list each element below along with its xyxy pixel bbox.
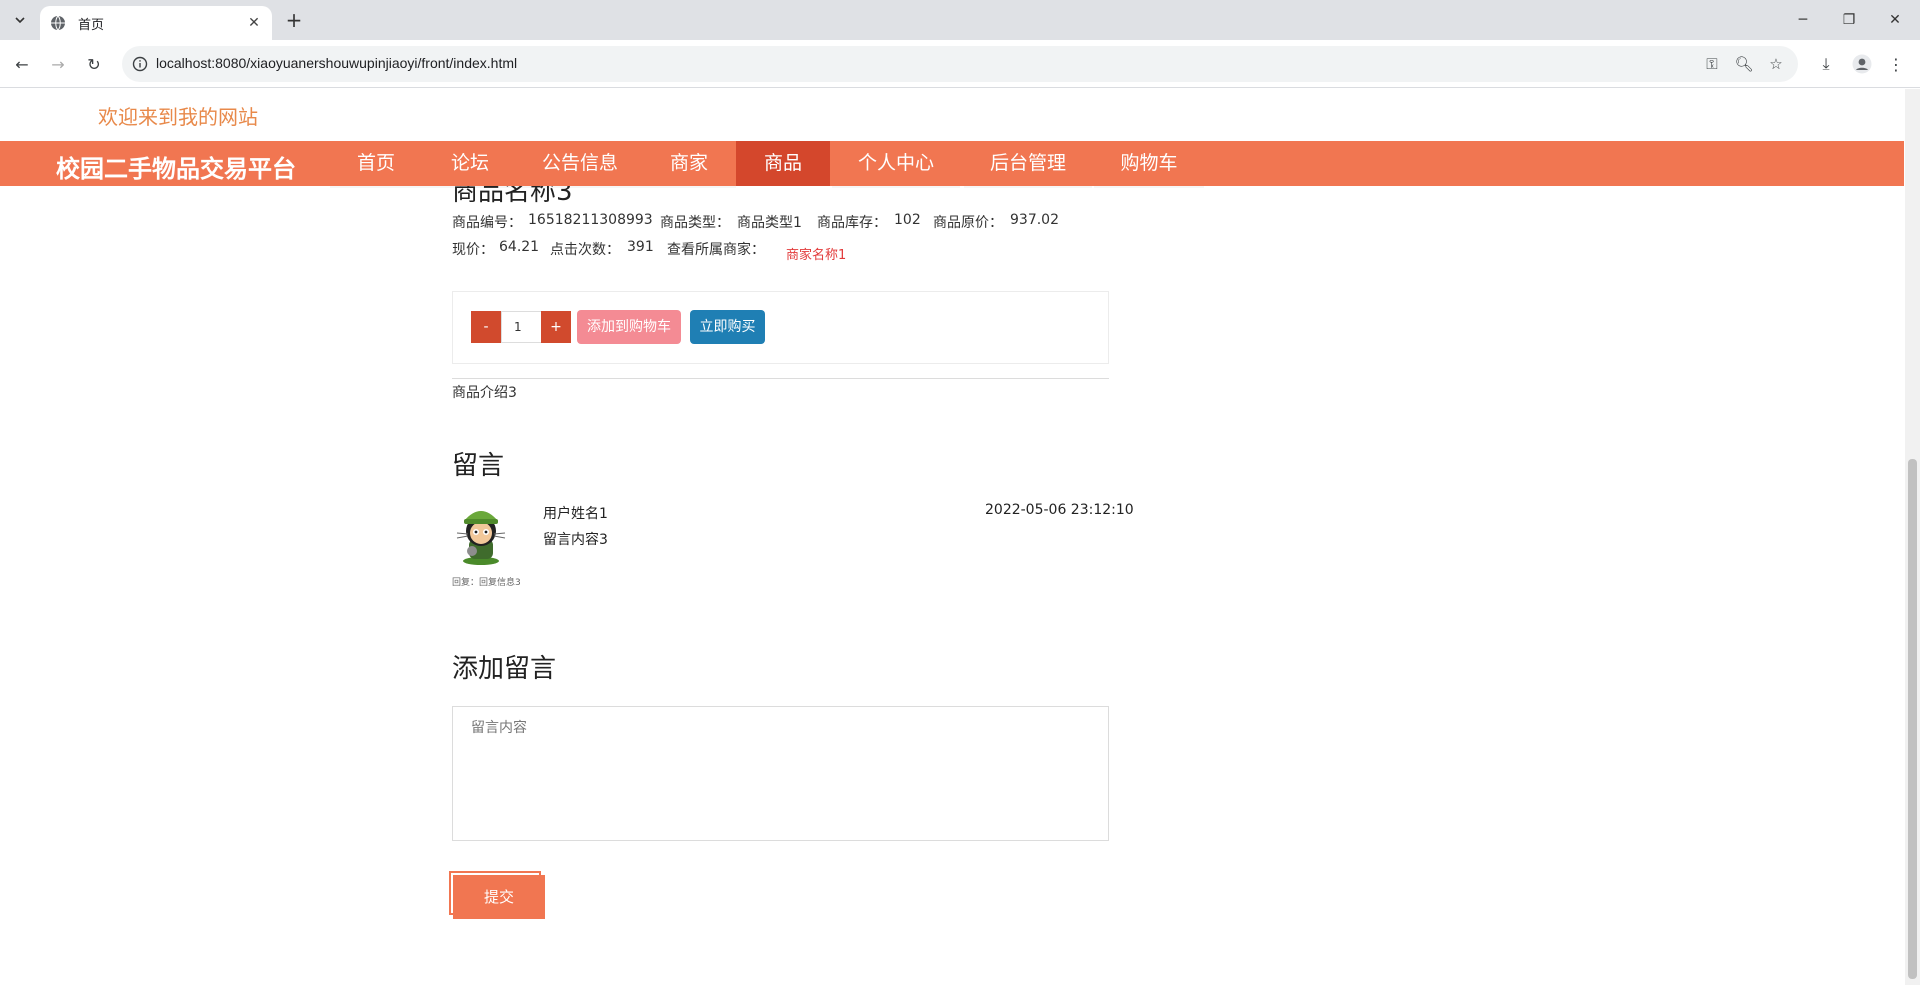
nav-products[interactable]: 商品 [736,141,830,186]
quantity-input[interactable]: 1 [501,311,543,343]
nav-cart[interactable]: 购物车 [1094,141,1204,188]
merchant-link[interactable]: 商家名称1 [786,244,846,263]
bookmark-star-icon[interactable]: ☆ [1766,54,1786,74]
nav-underline [832,186,960,188]
nav-underline [642,186,736,188]
merchant-label: 查看所属商家： [667,242,765,258]
submit-wrap: 提交 [449,871,545,919]
product-code: 16518211308993 [528,212,653,228]
close-tab-icon[interactable]: ✕ [244,13,264,33]
nav-label: 购物车 [1120,152,1178,174]
zoom-icon[interactable]: 🔍︎ [1734,54,1754,74]
user-avatar [452,503,510,565]
tab-search-button[interactable] [8,8,32,32]
divider [452,378,1109,379]
url-text: localhost:8080/xiaoyuanershouwupinjiaoyi… [156,55,518,71]
globe-icon [50,15,66,31]
nav-admin[interactable]: 后台管理 [964,141,1092,188]
comments-title: 留言 [452,451,505,481]
comment-textarea[interactable]: 留言内容 [452,706,1109,841]
comment-reply: 回复：回复信息3 [452,578,521,588]
comment-content: 留言内容3 [543,532,608,548]
nav-label: 首页 [356,152,395,174]
reload-icon[interactable]: ↻ [82,52,106,76]
tab-title: 首页 [78,16,105,32]
nav-announcements[interactable]: 公告信息 [518,141,642,188]
profile-avatar-icon[interactable] [1850,52,1874,76]
product-code-label: 商品编号： [452,215,522,231]
browser-tab-active[interactable]: 首页 ✕ [40,6,272,40]
nav-label: 公告信息 [541,152,618,174]
browser-tab-bar: 首页 ✕ + ─ ❐ ✕ [0,0,1920,40]
main-navbar: 校园二手物品交易平台 首页 论坛 公告信息 商家 商品 个人中心 后台管理 购物… [0,141,1904,188]
comment-placeholder: 留言内容 [471,720,527,736]
page-viewport: 欢迎来到我的网站 校园二手物品交易平台 首页 论坛 公告信息 商家 商品 个人中… [0,89,1920,985]
product-stock: 102 [894,212,921,228]
password-key-icon[interactable]: ⚿ [1702,54,1722,74]
chevron-down-icon [15,17,25,24]
product-clicks: 391 [627,239,654,255]
product-name-text: 商品名称3 [452,186,573,204]
product-type-label: 商品类型： [660,215,730,231]
add-to-cart-button[interactable]: 添加到购物车 [577,310,681,344]
nav-merchants[interactable]: 商家 [642,141,736,188]
comment-user: 用户姓名1 [543,506,608,522]
address-bar[interactable]: localhost:8080/xiaoyuanershouwupinjiaoyi… [122,46,1798,82]
site-brand[interactable]: 校园二手物品交易平台 [56,149,296,184]
nav-personal-center[interactable]: 个人中心 [832,141,960,188]
menu-kebab-icon[interactable]: ⋮ [1884,52,1908,76]
nav-underline [964,186,1092,188]
nav-label: 论坛 [450,152,489,174]
scrollbar-thumb[interactable] [1908,459,1917,979]
qty-plus-button[interactable]: + [541,311,571,343]
nav-label: 后台管理 [989,152,1066,174]
product-stock-label: 商品库存： [817,215,887,231]
nav-label: 商家 [669,152,708,174]
product-price-label: 现价： [452,242,494,258]
nav-label: 个人中心 [857,152,934,174]
qty-minus-button[interactable]: - [471,311,501,343]
comment-time: 2022-05-06 23:12:10 [985,502,1134,518]
restore-button[interactable]: ❐ [1826,0,1872,40]
nav-underline [330,186,422,188]
close-window-button[interactable]: ✕ [1872,0,1918,40]
nav-label: 商品 [763,152,802,174]
page-scrollbar[interactable] [1905,89,1920,985]
product-price: 64.21 [499,239,540,255]
product-orig-price: 937.02 [1010,212,1059,228]
product-type: 商品类型1 [737,215,802,231]
product-clicks-label: 点击次数： [550,242,620,258]
product-name: 商品名称3 [452,186,652,204]
browser-toolbar: ← → ↻ localhost:8080/xiaoyuanershouwupin… [0,40,1920,88]
welcome-text: 欢迎来到我的网站 [98,105,258,129]
purchase-box: - 1 + 添加到购物车 立即购买 [452,291,1109,364]
product-orig-price-label: 商品原价： [933,215,1003,231]
new-tab-button[interactable]: + [282,8,306,32]
forward-arrow-icon[interactable]: → [46,52,70,76]
submit-button[interactable]: 提交 [453,875,545,919]
nav-underline [1094,186,1204,188]
site-info-icon[interactable] [132,56,148,72]
buy-now-button[interactable]: 立即购买 [690,310,765,344]
product-intro: 商品介绍3 [452,385,517,401]
download-icon[interactable]: ⤓ [1814,52,1838,76]
nav-forum[interactable]: 论坛 [422,141,518,188]
nav-home[interactable]: 首页 [330,141,422,188]
back-arrow-icon[interactable]: ← [10,52,34,76]
add-comment-title: 添加留言 [452,654,557,684]
minimize-button[interactable]: ─ [1780,0,1826,40]
